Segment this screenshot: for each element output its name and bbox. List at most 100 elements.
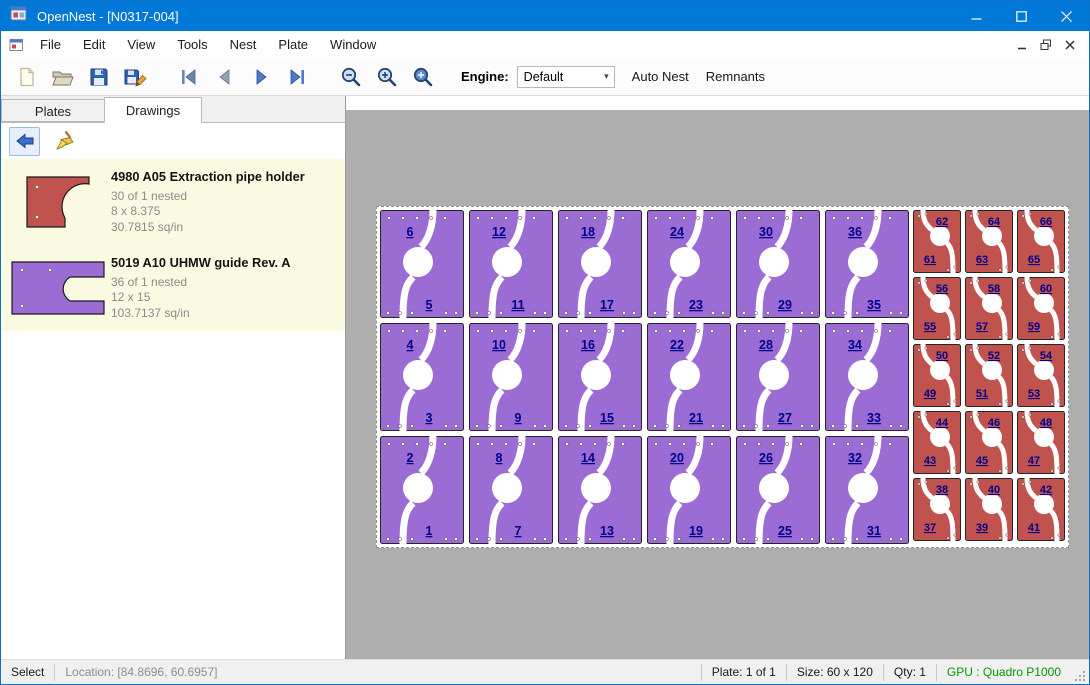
nest-part-pair-purple[interactable]: 14 13 [558, 436, 642, 544]
tab-plates[interactable]: Plates [1, 99, 105, 122]
zoom-in-button[interactable] [369, 62, 405, 92]
document-icon [9, 38, 24, 52]
nest-part-pair-purple[interactable]: 18 17 [558, 210, 642, 318]
menu-item-tools[interactable]: Tools [166, 31, 218, 58]
nest-part-pair-purple[interactable]: 24 23 [647, 210, 731, 318]
engine-select[interactable]: Default ▾ [517, 66, 615, 88]
drawing-nested: 36 of 1 nested [111, 275, 290, 291]
svg-text:39: 39 [976, 522, 988, 534]
close-button[interactable] [1044, 1, 1089, 31]
nest-part-pair-red[interactable]: 52 51 [965, 344, 1013, 407]
menu-item-plate[interactable]: Plate [267, 31, 319, 58]
svg-text:41: 41 [1028, 522, 1040, 534]
nav-first-button[interactable] [171, 62, 207, 92]
menu-item-file[interactable]: File [29, 31, 72, 58]
mdi-minimize-button[interactable] [1010, 34, 1034, 56]
svg-text:37: 37 [924, 522, 936, 534]
svg-text:35: 35 [867, 298, 881, 312]
svg-text:59: 59 [1028, 321, 1040, 333]
svg-text:30: 30 [759, 225, 773, 239]
new-button[interactable] [9, 62, 45, 92]
svg-text:38: 38 [936, 484, 948, 496]
svg-text:13: 13 [600, 524, 614, 538]
save-as-button[interactable] [117, 62, 153, 92]
svg-text:61: 61 [924, 254, 936, 266]
nest-part-pair-purple[interactable]: 12 11 [469, 210, 553, 318]
svg-text:31: 31 [867, 524, 881, 538]
svg-text:28: 28 [759, 338, 773, 352]
svg-text:55: 55 [924, 321, 936, 333]
nest-part-pair-purple[interactable]: 32 31 [825, 436, 909, 544]
svg-text:22: 22 [670, 338, 684, 352]
status-plate: Plate: 1 of 1 [702, 665, 786, 679]
nest-part-pair-purple[interactable]: 36 35 [825, 210, 909, 318]
nest-part-pair-purple[interactable]: 28 27 [736, 323, 820, 431]
minimize-icon [971, 11, 982, 22]
nest-part-pair-purple[interactable]: 26 25 [736, 436, 820, 544]
nest-part-pair-red[interactable]: 64 63 [965, 210, 1013, 273]
resize-grip[interactable] [1071, 660, 1089, 685]
auto-nest-button[interactable]: Auto Nest [632, 69, 689, 84]
svg-text:21: 21 [689, 411, 703, 425]
nest-part-pair-purple[interactable]: 30 29 [736, 210, 820, 318]
new-document-icon [16, 66, 38, 88]
nav-prev-button[interactable] [207, 62, 243, 92]
nest-part-pair-red[interactable]: 60 59 [1017, 277, 1065, 340]
nav-last-button[interactable] [279, 62, 315, 92]
svg-text:42: 42 [1040, 484, 1052, 496]
drawing-size: 8 x 8.375 [111, 204, 305, 220]
plate[interactable]: 6 5 12 11 18 17 24 23 30 29 [376, 206, 1069, 548]
nest-part-pair-purple[interactable]: 20 19 [647, 436, 731, 544]
svg-text:33: 33 [867, 411, 881, 425]
minimize-button[interactable] [954, 1, 999, 31]
menu-item-window[interactable]: Window [319, 31, 387, 58]
last-plate-icon [287, 68, 307, 86]
nest-part-pair-red[interactable]: 66 65 [1017, 210, 1065, 273]
nest-part-pair-red[interactable]: 58 57 [965, 277, 1013, 340]
nest-part-pair-purple[interactable]: 4 3 [380, 323, 464, 431]
mdi-restore-button[interactable] [1034, 34, 1058, 56]
svg-text:49: 49 [924, 388, 936, 400]
mdi-close-button[interactable] [1058, 34, 1082, 56]
engine-value: Default [524, 70, 564, 84]
open-button[interactable] [45, 62, 81, 92]
clean-button[interactable] [48, 127, 79, 156]
nest-part-pair-red[interactable]: 42 41 [1017, 478, 1065, 541]
nest-canvas[interactable]: 6 5 12 11 18 17 24 23 30 29 [346, 96, 1089, 659]
menu-item-edit[interactable]: Edit [72, 31, 116, 58]
nest-part-pair-purple[interactable]: 22 21 [647, 323, 731, 431]
save-button[interactable] [81, 62, 117, 92]
blue-left-arrow-icon [14, 131, 36, 151]
nest-part-pair-red[interactable]: 56 55 [913, 277, 961, 340]
nest-part-pair-purple[interactable]: 10 9 [469, 323, 553, 431]
nest-part-pair-purple[interactable]: 2 1 [380, 436, 464, 544]
drawing-item-2[interactable]: 5019 A10 UHMW guide Rev. A 36 of 1 neste… [1, 245, 345, 331]
drawing-item-1[interactable]: 4980 A05 Extraction pipe holder 30 of 1 … [1, 159, 345, 245]
zoom-fit-button[interactable] [405, 62, 441, 92]
nest-part-pair-red[interactable]: 62 61 [913, 210, 961, 273]
nest-part-pair-purple[interactable]: 6 5 [380, 210, 464, 318]
maximize-button[interactable] [999, 1, 1044, 31]
menu-item-nest[interactable]: Nest [219, 31, 268, 58]
zoom-out-button[interactable] [333, 62, 369, 92]
nest-part-pair-purple[interactable]: 8 7 [469, 436, 553, 544]
tab-drawings[interactable]: Drawings [104, 97, 202, 123]
nest-part-pair-red[interactable]: 48 47 [1017, 411, 1065, 474]
toolbar: Engine: Default ▾ Auto Nest Remnants [1, 58, 1089, 96]
svg-text:54: 54 [1040, 350, 1053, 362]
nest-part-pair-purple[interactable]: 34 33 [825, 323, 909, 431]
nest-part-pair-red[interactable]: 54 53 [1017, 344, 1065, 407]
nest-part-pair-red[interactable]: 38 37 [913, 478, 961, 541]
nest-part-pair-red[interactable]: 40 39 [965, 478, 1013, 541]
nest-part-pair-purple[interactable]: 16 15 [558, 323, 642, 431]
remnants-button[interactable]: Remnants [706, 69, 765, 84]
nest-part-pair-red[interactable]: 44 43 [913, 411, 961, 474]
resize-grip-icon [1074, 670, 1086, 682]
nav-next-button[interactable] [243, 62, 279, 92]
import-drawing-button[interactable] [9, 127, 40, 156]
menu-item-view[interactable]: View [116, 31, 166, 58]
nest-part-pair-red[interactable]: 46 45 [965, 411, 1013, 474]
nest-part-pair-red[interactable]: 50 49 [913, 344, 961, 407]
save-icon [88, 66, 110, 88]
previous-plate-icon [215, 68, 235, 86]
